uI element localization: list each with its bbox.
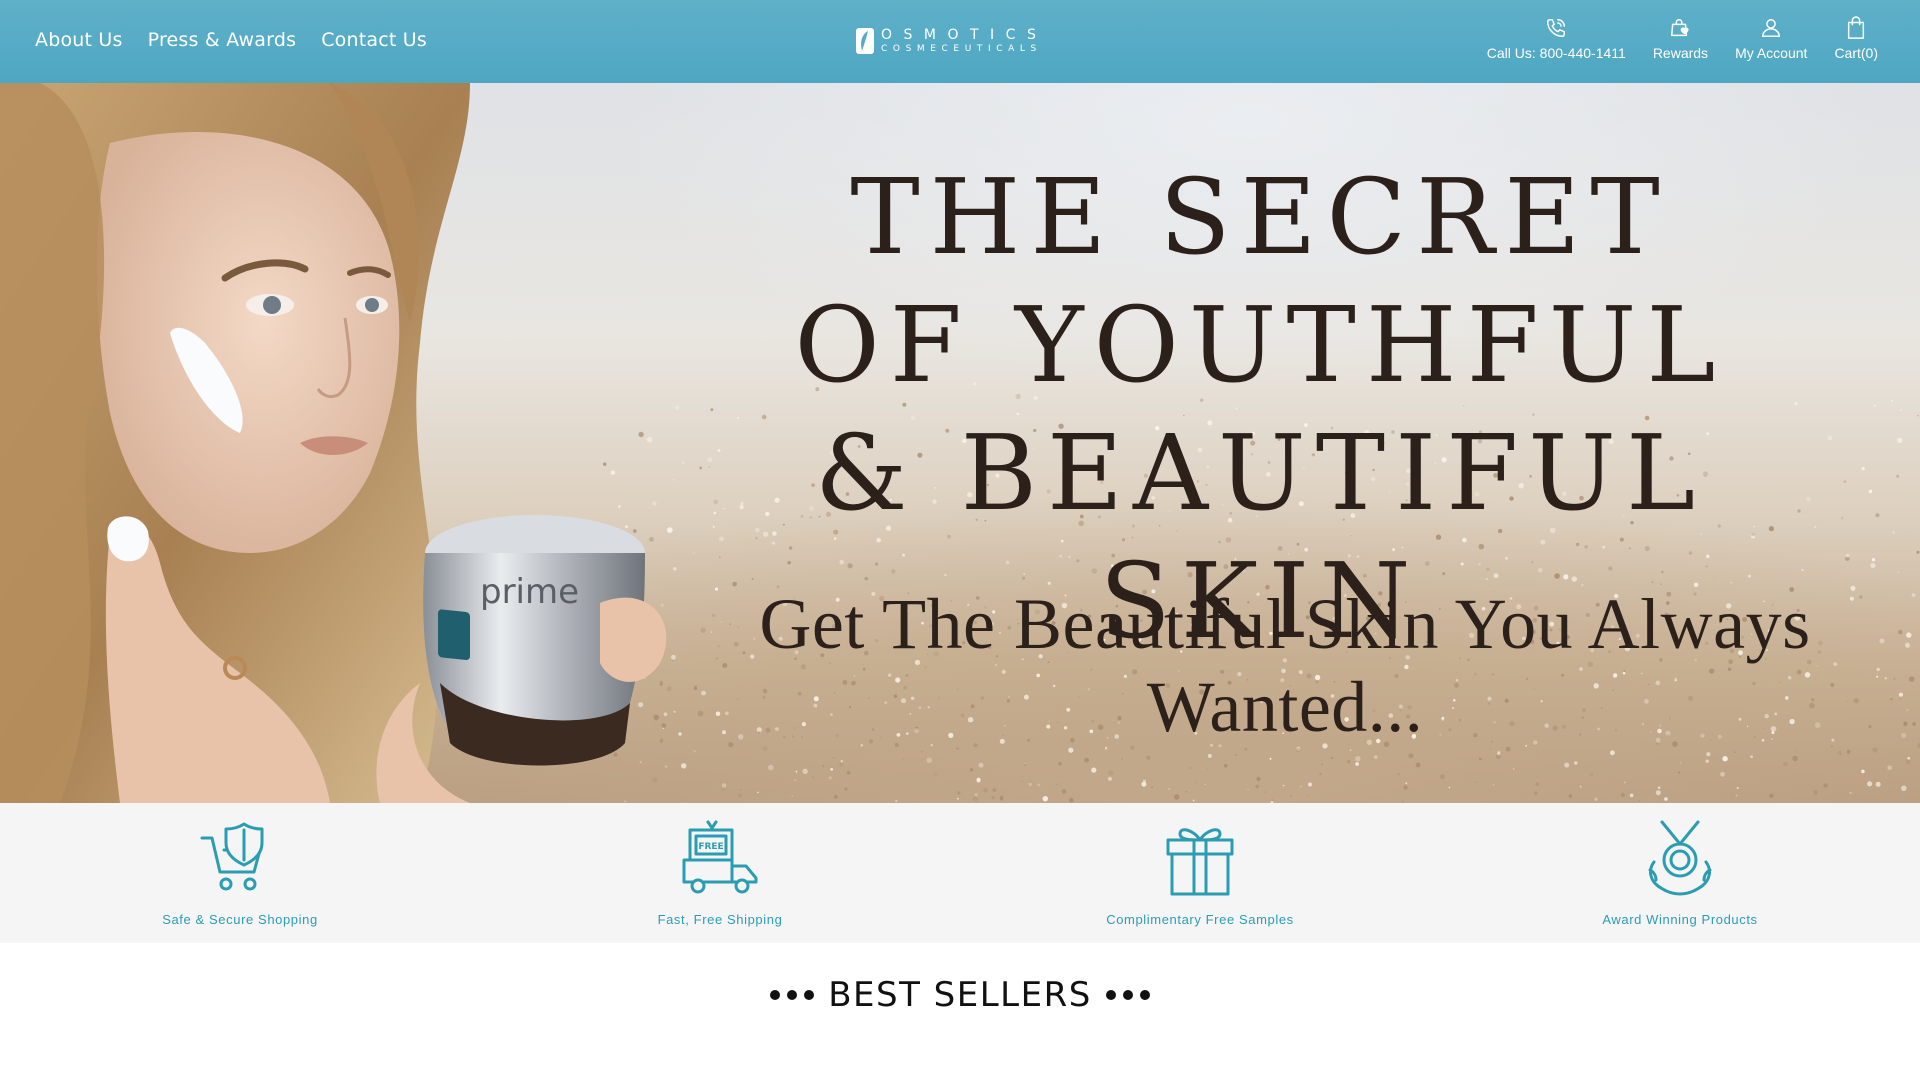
my-account-link[interactable]: My Account bbox=[1735, 15, 1807, 61]
jar-label: prime bbox=[480, 572, 579, 612]
free-badge-text: FREE bbox=[698, 842, 723, 852]
site-header: About Us Press & Awards Contact Us OSMOT… bbox=[0, 0, 1920, 83]
nav-link-contact-us[interactable]: Contact Us bbox=[321, 29, 427, 51]
feature-free-samples: Complimentary Free Samples bbox=[960, 803, 1440, 943]
feature-secure-shopping: Safe & Secure Shopping bbox=[0, 803, 480, 943]
best-sellers-title: BEST SELLERS bbox=[828, 975, 1092, 1015]
call-us-label: Call Us: 800-440-1411 bbox=[1486, 45, 1626, 61]
site-logo[interactable]: OSMOTICS COSMECEUTICALS bbox=[855, 26, 1067, 56]
rewards-label: Rewards bbox=[1652, 45, 1709, 61]
call-us-link[interactable]: Call Us: 800-440-1411 bbox=[1487, 15, 1626, 61]
hero-banner[interactable]: prime THE SECRET OF YOUTHFUL & BEAUTIFUL… bbox=[0, 83, 1920, 803]
logo-wordmark: OSMOTICS bbox=[881, 27, 1048, 43]
utility-nav: Call Us: 800-440-1411 Rewards My Account bbox=[1487, 15, 1878, 61]
feature-label: Safe & Secure Shopping bbox=[162, 912, 318, 927]
rewards-link[interactable]: Rewards bbox=[1653, 15, 1708, 61]
logo-tagline: COSMECEUTICALS bbox=[881, 44, 1042, 54]
best-sellers-heading: BEST SELLERS bbox=[0, 975, 1920, 1015]
user-icon bbox=[1758, 15, 1784, 41]
rewards-bag-icon bbox=[1667, 15, 1693, 41]
phone-icon bbox=[1543, 15, 1569, 41]
secure-cart-shield-icon bbox=[200, 822, 264, 891]
free-shipping-truck-icon: FREE bbox=[682, 820, 758, 894]
decorative-dots-right bbox=[1105, 990, 1150, 1000]
feature-label: Award Winning Products bbox=[1602, 912, 1758, 927]
logo-leaf-icon bbox=[856, 28, 874, 54]
nav-link-about-us[interactable]: About Us bbox=[35, 29, 123, 51]
feature-label: Complimentary Free Samples bbox=[1106, 912, 1294, 927]
model-with-jar-image: prime bbox=[0, 83, 667, 803]
hero-subheadline: Get The Beautiful Skin You Always Wanted… bbox=[759, 584, 1811, 747]
cart-label: Cart(0) bbox=[1834, 45, 1878, 61]
feature-label: Fast, Free Shipping bbox=[657, 912, 783, 927]
gift-box-icon bbox=[1166, 828, 1234, 896]
primary-nav: About Us Press & Awards Contact Us bbox=[35, 0, 427, 80]
nav-link-press-awards[interactable]: Press & Awards bbox=[148, 29, 297, 51]
hero-headline-line-1: THE SECRET bbox=[850, 156, 1670, 278]
feature-free-shipping: FREE Fast, Free Shipping bbox=[480, 803, 960, 943]
my-account-label: My Account bbox=[1735, 45, 1808, 61]
cart-link[interactable]: Cart(0) bbox=[1834, 15, 1878, 61]
shopping-bag-icon bbox=[1843, 15, 1869, 41]
award-medal-icon bbox=[1648, 820, 1712, 896]
feature-award-winning: Award Winning Products bbox=[1440, 803, 1920, 943]
hero-headline-line-2: OF YOUTHFUL bbox=[794, 284, 1726, 406]
decorative-dots-left bbox=[770, 990, 815, 1000]
features-strip: Safe & Secure Shopping FREE Fast, Free S… bbox=[0, 803, 1920, 943]
